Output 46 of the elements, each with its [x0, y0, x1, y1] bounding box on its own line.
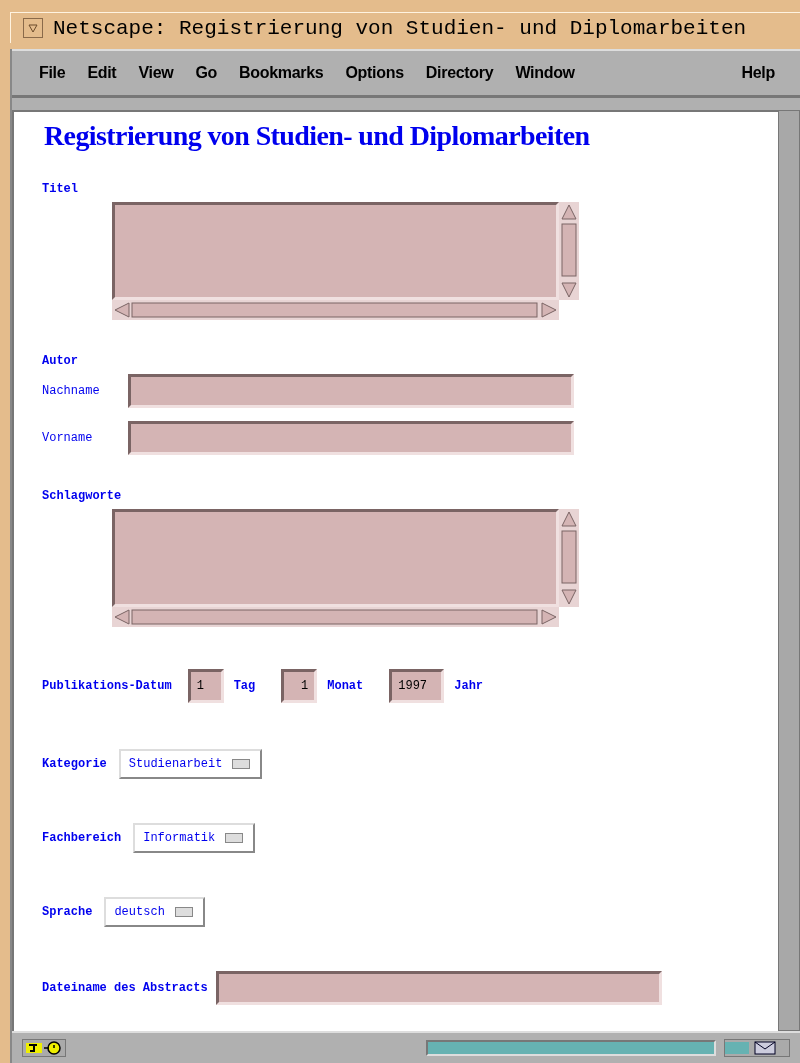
field-label: Fachbereich	[42, 831, 122, 845]
dropdown[interactable]: Informatik	[133, 823, 256, 853]
input-field[interactable]	[128, 421, 574, 455]
vertical-scrollbar[interactable]	[559, 509, 579, 607]
dropdown-indicator-icon	[225, 833, 244, 843]
unit-label: Tag	[233, 679, 256, 693]
text-area[interactable]	[112, 202, 559, 300]
dropdown-indicator-icon	[232, 759, 251, 769]
field-label: Dateiname des Abstracts	[42, 981, 208, 995]
field-label: Nachname	[42, 384, 101, 398]
page-heading: Registrierung von Studien- und Diplomarbeiten	[44, 120, 591, 152]
menu-item[interactable]: View	[127, 64, 185, 82]
input-field[interactable]: 1	[281, 669, 318, 703]
window-title: Netscape: Registrierung von Studien- und Diplomarbeiten	[53, 16, 747, 40]
text-area[interactable]	[112, 509, 559, 607]
input-field[interactable]: 1	[187, 669, 224, 703]
dropdown-indicator-icon	[174, 907, 193, 917]
security-key-icon	[22, 1039, 66, 1057]
menu-item[interactable]: Help	[730, 64, 786, 82]
menu-item[interactable]: Directory	[414, 64, 505, 82]
field-label: Schlagworte	[42, 489, 123, 503]
menu-item[interactable]: Options	[334, 64, 415, 82]
horizontal-scrollbar[interactable]	[112, 300, 559, 320]
field-label: Publikations-Datum	[42, 679, 172, 693]
menu-item[interactable]: Go	[184, 64, 228, 82]
field-label: Kategorie	[42, 757, 107, 771]
menu-item[interactable]: Bookmarks	[228, 64, 335, 82]
input-field[interactable]: 1997	[389, 669, 445, 703]
unit-label: Monat	[327, 679, 364, 693]
field-label: Autor	[42, 354, 79, 368]
input-field[interactable]	[215, 971, 662, 1005]
menu-item[interactable]: Edit	[76, 64, 128, 82]
status-indicator	[725, 1042, 749, 1054]
field-label: Sprache	[42, 905, 93, 919]
unit-label: Jahr	[454, 679, 484, 693]
page-scrollbar[interactable]	[778, 110, 800, 1031]
vertical-scrollbar[interactable]	[559, 202, 579, 300]
window-menu-icon[interactable]	[23, 18, 43, 38]
menu-item[interactable]: File	[28, 64, 77, 82]
menu-item[interactable]: Window	[504, 64, 586, 82]
dropdown[interactable]: Studienarbeit	[118, 749, 263, 779]
horizontal-scrollbar[interactable]	[112, 607, 559, 627]
input-field[interactable]	[128, 374, 574, 408]
field-label: Titel	[42, 182, 79, 196]
field-label: Vorname	[42, 431, 94, 445]
dropdown[interactable]: deutsch	[104, 897, 205, 927]
